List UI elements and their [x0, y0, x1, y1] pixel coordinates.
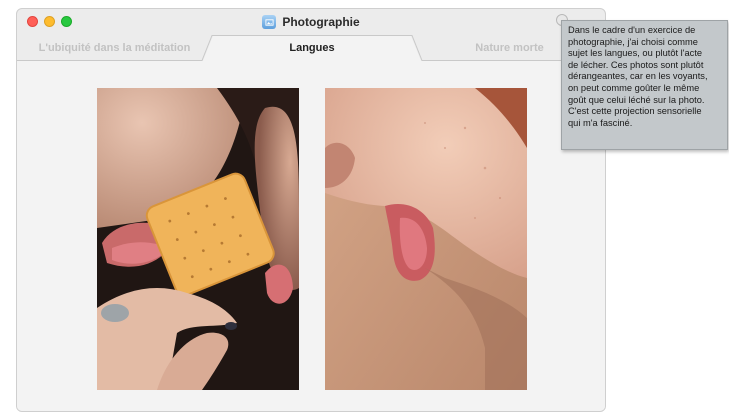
minimize-button[interactable] — [44, 16, 55, 27]
gallery-content — [17, 61, 605, 411]
tab-bar: L'ubiquité dans la méditation Langues Na… — [17, 35, 605, 61]
photo-image — [97, 88, 299, 390]
photo-image — [325, 88, 527, 390]
photo-description-tooltip: Dans le cadre d'un exercice de photograp… — [561, 20, 728, 150]
tongues-cracker-photo[interactable] — [97, 88, 299, 390]
window-controls — [27, 16, 72, 27]
photo-app-icon — [262, 15, 277, 29]
title-bar[interactable]: Photographie — [17, 9, 605, 35]
tongue-neck-photo[interactable] — [325, 88, 527, 390]
zoom-button[interactable] — [61, 16, 72, 27]
window-title-group: Photographie — [262, 15, 360, 29]
window-title: Photographie — [282, 15, 360, 29]
close-button[interactable] — [27, 16, 38, 27]
photo-window: Photographie L'ubiquité dans la méditati… — [16, 8, 606, 412]
tab-ubiquite[interactable]: L'ubiquité dans la méditation — [17, 35, 212, 61]
image-icon — [265, 18, 274, 26]
tab-langues[interactable]: Langues — [212, 35, 412, 61]
